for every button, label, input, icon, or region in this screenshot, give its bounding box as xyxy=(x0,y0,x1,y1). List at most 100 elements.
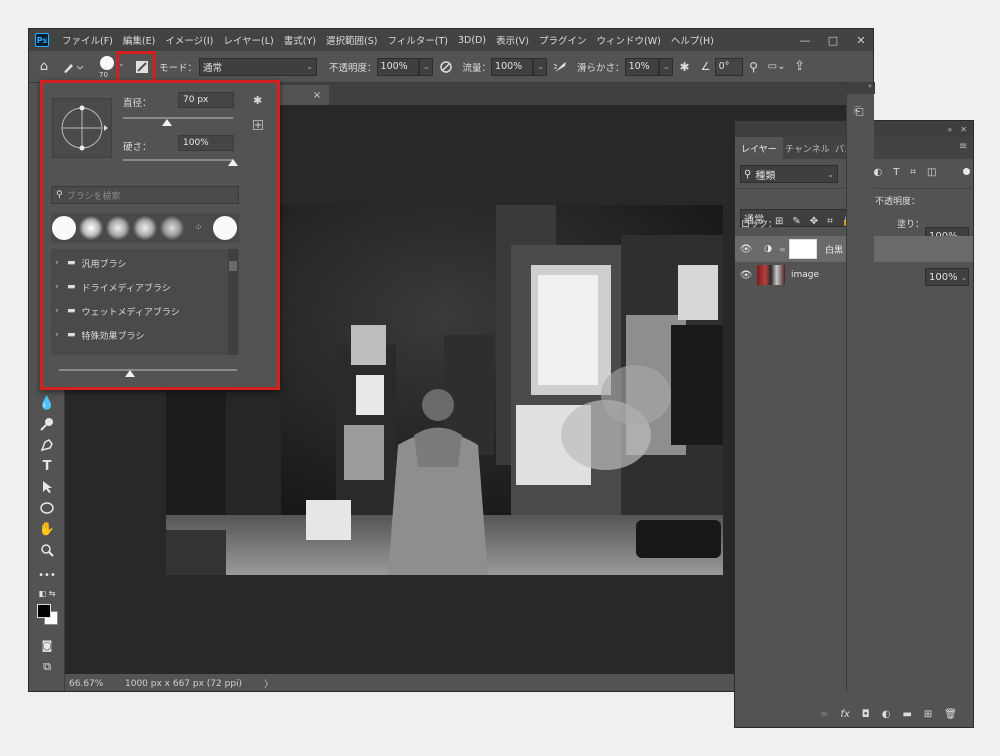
document-tab[interactable]: × xyxy=(279,85,329,105)
new-preset-icon[interactable]: + xyxy=(253,120,263,131)
recent-brush-scatter[interactable]: ⁘ xyxy=(187,216,211,240)
quick-mask-icon[interactable]: ◙ xyxy=(29,635,65,655)
flow-field[interactable]: 100% xyxy=(491,57,534,76)
link-icon[interactable]: ∞ xyxy=(779,245,789,254)
new-group-folder-icon[interactable]: ▬ xyxy=(902,709,911,720)
folder-list-scrollbar[interactable] xyxy=(228,249,238,355)
path-selection-tool-icon[interactable] xyxy=(29,477,65,497)
preview-size-slider-thumb[interactable] xyxy=(125,370,136,377)
close-tab-icon[interactable]: × xyxy=(313,90,321,101)
close-window-button[interactable]: ✕ xyxy=(847,29,873,51)
opacity-dropdown[interactable]: ⌄ xyxy=(418,57,433,76)
hardness-slider[interactable] xyxy=(123,159,233,161)
share-icon[interactable]: ⇪ xyxy=(789,59,811,74)
brush-angle-preview[interactable] xyxy=(52,98,112,158)
diameter-slider[interactable] xyxy=(123,117,233,119)
flow-dropdown[interactable]: ⌄ xyxy=(533,57,548,76)
menu-view[interactable]: 表示(V) xyxy=(491,33,534,47)
menu-filter[interactable]: フィルター(T) xyxy=(382,33,453,47)
visibility-eye-icon[interactable]: 👁 xyxy=(735,270,757,281)
zoom-tool-icon[interactable] xyxy=(29,540,65,560)
diameter-slider-thumb[interactable] xyxy=(162,119,172,126)
pressure-size-icon[interactable]: ⚲ xyxy=(743,60,765,74)
blur-tool-icon[interactable]: 💧 xyxy=(29,393,65,413)
shape-filter-icon[interactable]: ⌗ xyxy=(910,167,916,178)
recent-brush-soft-round-size[interactable] xyxy=(132,216,157,240)
collapse-panel-icon[interactable]: « xyxy=(947,125,952,134)
type-filter-icon[interactable]: T xyxy=(893,167,899,178)
folder-dry-media-brushes[interactable]: › ▬ ドライメディアブラシ xyxy=(55,275,230,299)
type-tool-icon[interactable]: T xyxy=(29,456,65,476)
new-adjustment-layer-icon[interactable]: ◐ xyxy=(882,709,891,720)
airbrush-icon[interactable] xyxy=(547,60,575,74)
trash-icon[interactable]: 🗑 xyxy=(944,709,957,720)
layer-mask-thumbnail[interactable] xyxy=(789,239,817,259)
dodge-tool-icon[interactable] xyxy=(29,414,65,434)
add-mask-icon[interactable]: ◘ xyxy=(862,709,870,720)
folder-wet-media-brushes[interactable]: › ▬ ウェットメディアブラシ xyxy=(55,299,230,323)
filter-toggle-icon[interactable] xyxy=(963,168,970,175)
smoothing-field[interactable]: 10% xyxy=(624,57,659,76)
panel-menu-icon[interactable]: ≡ xyxy=(959,141,967,152)
pen-tool-icon[interactable] xyxy=(29,435,65,455)
blend-mode-select[interactable]: 通常 ⌄ xyxy=(199,57,318,76)
adjustment-filter-icon[interactable]: ◐ xyxy=(873,167,882,178)
brush-tool-preset-icon[interactable] xyxy=(59,60,87,74)
zoom-level[interactable]: 66.67% xyxy=(65,679,123,689)
preview-size-slider[interactable] xyxy=(59,369,237,371)
screen-mode-icon[interactable]: ⧉ xyxy=(29,657,65,677)
gear-icon[interactable]: ✱ xyxy=(253,94,262,107)
visibility-eye-icon[interactable]: 👁 xyxy=(735,244,757,255)
tab-channels[interactable]: チャンネル xyxy=(779,137,836,159)
recent-brush-soft-round[interactable] xyxy=(79,216,104,240)
close-panel-icon[interactable]: ✕ xyxy=(960,125,967,134)
gear-icon[interactable]: ✱ xyxy=(673,60,697,74)
brush-search-input[interactable]: ⚲ ブラシを検索 xyxy=(51,186,239,204)
menu-3d[interactable]: 3D(D) xyxy=(453,35,491,46)
color-swatches[interactable] xyxy=(36,603,60,627)
ellipse-tool-icon[interactable] xyxy=(29,498,65,518)
menu-select[interactable]: 選択範囲(S) xyxy=(321,33,382,47)
history-panel-icon[interactable]: ⎗ xyxy=(854,104,864,119)
menu-image[interactable]: イメージ(I) xyxy=(160,33,218,47)
angle-field[interactable]: 0° xyxy=(714,57,743,76)
pressure-opacity-icon[interactable] xyxy=(433,60,459,74)
symmetry-icon[interactable]: ▭⌄ xyxy=(765,61,789,72)
menu-help[interactable]: ヘルプ(H) xyxy=(666,33,719,47)
smoothing-dropdown[interactable]: ⌄ xyxy=(658,57,673,76)
recent-brush-soft-round-pressure[interactable] xyxy=(106,216,131,240)
fx-icon[interactable]: fx xyxy=(840,709,849,720)
menu-edit[interactable]: 編集(E) xyxy=(118,33,160,47)
maximize-button[interactable]: □ xyxy=(819,29,847,51)
hand-tool-icon[interactable]: ✋ xyxy=(29,519,65,539)
smart-object-filter-icon[interactable]: ◫ xyxy=(927,167,936,178)
lock-position-icon[interactable]: ✥ xyxy=(810,216,818,227)
lock-transparency-icon[interactable]: ⊞ xyxy=(775,216,783,227)
foreground-color-swatch[interactable] xyxy=(37,604,51,618)
opacity-field[interactable]: 100% xyxy=(376,57,419,76)
new-layer-icon[interactable]: ⊞ xyxy=(924,709,932,720)
layer-filter-select[interactable]: ⚲ 種類 ⌄ xyxy=(740,165,838,183)
hardness-field[interactable]: 100% xyxy=(178,135,234,151)
menu-layer[interactable]: レイヤー(L) xyxy=(218,33,278,47)
folder-special-effects-brushes[interactable]: › ▬ 特殊効果ブラシ xyxy=(55,323,230,347)
expand-dock-icon[interactable]: « xyxy=(847,82,875,94)
more-tools-icon[interactable]: ••• xyxy=(29,565,65,585)
menu-window[interactable]: ウィンドウ(W) xyxy=(592,33,666,47)
default-colors-icon[interactable]: ◧ ⇆ xyxy=(29,583,65,603)
recent-brush-soft-round-opacity[interactable] xyxy=(159,216,184,240)
lock-artboard-icon[interactable]: ⌗ xyxy=(827,216,833,227)
lock-image-icon[interactable]: ✎ xyxy=(792,216,800,227)
menu-plugins[interactable]: プラグイン xyxy=(534,33,592,47)
minimize-button[interactable]: — xyxy=(791,29,819,51)
menu-file[interactable]: ファイル(F) xyxy=(57,33,118,47)
folder-general-brushes[interactable]: › ▬ 汎用ブラシ xyxy=(55,251,230,275)
diameter-field[interactable]: 70 px xyxy=(178,92,234,108)
status-menu-arrow-icon[interactable]: 〉 xyxy=(242,677,273,690)
recent-brush-hard-round-pressure[interactable] xyxy=(213,216,238,240)
menu-type[interactable]: 書式(Y) xyxy=(279,33,321,47)
home-icon[interactable]: ⌂ xyxy=(29,59,59,74)
link-layers-icon[interactable]: ∞ xyxy=(820,709,828,720)
recent-brush-hard-round[interactable] xyxy=(52,216,77,240)
tab-layers[interactable]: レイヤー xyxy=(735,137,783,159)
